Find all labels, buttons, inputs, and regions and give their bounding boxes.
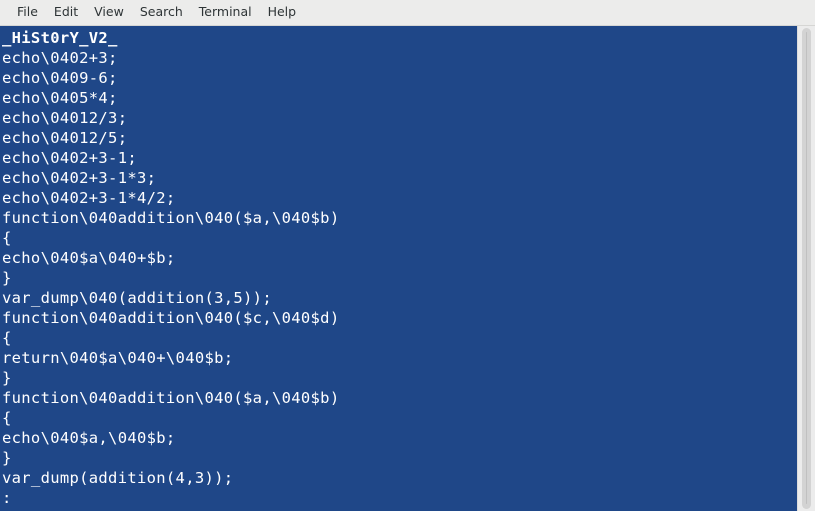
vertical-scrollbar[interactable]: [797, 26, 815, 511]
terminal-line: echo\040$a,\040$b;: [2, 429, 176, 447]
terminal-line: :: [2, 489, 12, 507]
terminal-line: echo\04012/3;: [2, 109, 128, 127]
terminal-line: }: [2, 449, 12, 467]
terminal-window: File Edit View Search Terminal Help _HiS…: [0, 0, 815, 511]
terminal-line: var_dump\040(addition(3,5));: [2, 289, 272, 307]
terminal-line: }: [2, 369, 12, 387]
terminal-line: }: [2, 269, 12, 287]
terminal-line: echo\0409-6;: [2, 69, 118, 87]
terminal-line: echo\0402+3-1*3;: [2, 169, 157, 187]
menu-bar: File Edit View Search Terminal Help: [0, 0, 815, 26]
terminal-line: echo\040$a\040+$b;: [2, 249, 176, 267]
menu-terminal[interactable]: Terminal: [191, 3, 260, 23]
terminal-line: function\040addition\040($a,\040$b): [2, 389, 340, 407]
terminal-body: _HiSt0rY_V2_ echo\0402+3; echo\0409-6; echo…: [0, 26, 815, 511]
terminal-line: _HiSt0rY_V2_: [2, 29, 118, 47]
terminal-line: function\040addition\040($c,\040$d): [2, 309, 340, 327]
terminal-line: echo\0402+3;: [2, 49, 118, 67]
terminal-line: return\040$a\040+\040$b;: [2, 349, 234, 367]
terminal-line: {: [2, 409, 12, 427]
menu-help[interactable]: Help: [260, 3, 305, 23]
scrollbar-thumb[interactable]: [806, 32, 807, 504]
terminal-line: {: [2, 329, 12, 347]
terminal-line: {: [2, 229, 12, 247]
terminal-text: _HiSt0rY_V2_ echo\0402+3; echo\0409-6; echo…: [0, 26, 797, 508]
terminal-line: echo\04012/5;: [2, 129, 128, 147]
terminal-line: echo\0405*4;: [2, 89, 118, 107]
terminal-line: function\040addition\040($a,\040$b): [2, 209, 340, 227]
terminal-viewport[interactable]: _HiSt0rY_V2_ echo\0402+3; echo\0409-6; echo…: [0, 26, 797, 511]
terminal-line: var_dump(addition(4,3));: [2, 469, 234, 487]
terminal-line: echo\0402+3-1;: [2, 149, 137, 167]
menu-search[interactable]: Search: [132, 3, 191, 23]
menu-view[interactable]: View: [86, 3, 132, 23]
scrollbar-track[interactable]: [802, 28, 811, 509]
menu-edit[interactable]: Edit: [46, 3, 86, 23]
terminal-line: echo\0402+3-1*4/2;: [2, 189, 176, 207]
menu-file[interactable]: File: [9, 3, 46, 23]
